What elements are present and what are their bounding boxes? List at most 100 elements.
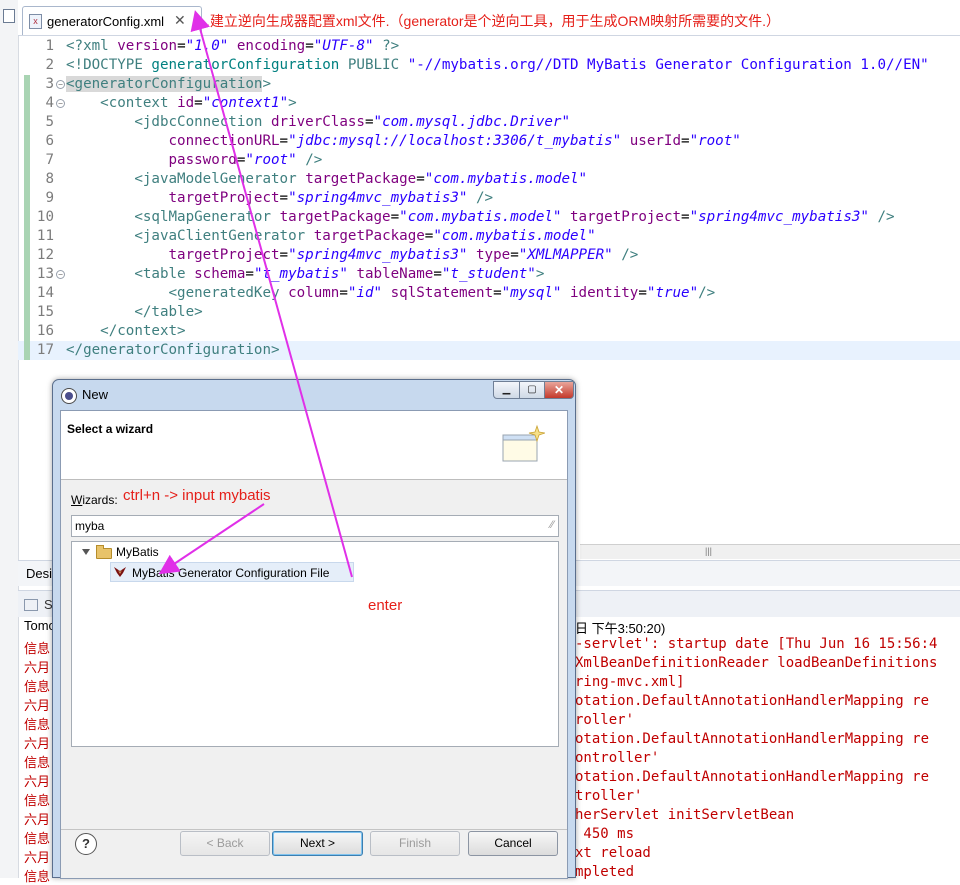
- console-log-level: 六月: [24, 660, 51, 675]
- console-log-level: 信息: [24, 869, 51, 884]
- back-button[interactable]: < Back: [180, 831, 270, 856]
- minimized-view-icon[interactable]: [3, 9, 15, 23]
- line-number: 16: [36, 323, 54, 339]
- code-text: </context>: [100, 323, 186, 339]
- line-number: 3: [45, 76, 54, 92]
- tab-generatorconfig-xml[interactable]: x generatorConfig.xml ✕: [22, 6, 202, 35]
- line-number: 13: [36, 266, 54, 282]
- code-line: 3− <generatorConfiguration>: [18, 75, 960, 94]
- console-log-message: troller': [575, 788, 643, 804]
- console-log-message: xt reload: [575, 845, 651, 861]
- tree-folder-label: MyBatis: [116, 545, 159, 559]
- code-text: connectionURL="jdbc:mysql://localhost:33…: [168, 133, 741, 149]
- console-log-level: 六月: [24, 812, 51, 827]
- console-log-message: herServlet initServletBean: [575, 807, 795, 823]
- code-text: <sqlMapGenerator targetPackage="com.myba…: [134, 209, 895, 225]
- console-log-level: 六月: [24, 736, 51, 751]
- help-icon[interactable]: ?: [75, 833, 97, 855]
- code-text: <generatedKey column="id" sqlStatement="…: [168, 285, 716, 301]
- code-text: <javaClientGenerator targetPackage="com.…: [134, 228, 596, 244]
- tab-label: generatorConfig.xml: [47, 14, 165, 29]
- console-log-message: ring-mvc.xml]: [575, 674, 685, 690]
- code-line: 7 password="root" />: [18, 151, 960, 170]
- code-line: 4− <context id="context1">: [18, 94, 960, 113]
- line-number: 6: [45, 133, 54, 149]
- expand-triangle-icon[interactable]: [82, 549, 90, 555]
- console-log-level: 六月: [24, 774, 51, 789]
- wizard-banner-icon: [502, 424, 545, 462]
- console-log-message: otation.DefaultAnnotationHandlerMapping …: [575, 731, 930, 747]
- code-text: <context id="context1">: [100, 95, 297, 111]
- console-log-level: 信息: [24, 641, 51, 656]
- code-line: 8 <javaModelGenerator targetPackage="com…: [18, 170, 960, 189]
- line-number: 8: [45, 171, 54, 187]
- code-text: targetProject="spring4mvc_mybatis3" />: [168, 190, 494, 206]
- dialog-titlebar[interactable]: New ▁ ▢ ✕: [53, 380, 575, 410]
- code-line: 10 <sqlMapGenerator targetPackage="com.m…: [18, 208, 960, 227]
- console-log-message: roller': [575, 712, 635, 728]
- fold-toggle-icon[interactable]: −: [56, 270, 65, 279]
- console-log-message: ontroller': [575, 750, 660, 766]
- console-log-level: 信息: [24, 717, 51, 732]
- xml-file-icon: x: [29, 14, 42, 29]
- wizard-filter-field[interactable]: ⁄⁄: [71, 515, 559, 537]
- fold-toggle-icon[interactable]: −: [56, 80, 65, 89]
- close-icon[interactable]: ✕: [174, 12, 186, 29]
- code-text: </generatorConfiguration>: [66, 342, 280, 358]
- console-log-level: 信息: [24, 755, 51, 770]
- line-number: 10: [36, 209, 54, 225]
- line-number: 5: [45, 114, 54, 130]
- line-number: 2: [45, 57, 54, 73]
- wizard-filter-input[interactable]: [75, 518, 535, 534]
- code-text: <generatorConfiguration>: [66, 76, 272, 92]
- console-log-message: 450 ms: [575, 826, 635, 842]
- horizontal-scrollbar[interactable]: |||: [580, 544, 960, 559]
- wizards-label: Wizards:: [71, 493, 118, 507]
- xml-editor[interactable]: 1 <?xml version="1.0" encoding="UTF-8" ?>…: [18, 36, 960, 366]
- code-line: 13− <table schema="t_mybatis" tableName=…: [18, 265, 960, 284]
- code-text: <!DOCTYPE generatorConfiguration PUBLIC …: [66, 57, 929, 73]
- line-number: 7: [45, 152, 54, 168]
- console-log-level: 信息: [24, 831, 51, 846]
- code-text: targetProject="spring4mvc_mybatis3" type…: [168, 247, 639, 263]
- code-line: 12 targetProject="spring4mvc_mybatis3" t…: [18, 246, 960, 265]
- code-text: <table schema="t_mybatis" tableName="t_s…: [134, 266, 545, 282]
- maximize-button[interactable]: ▢: [519, 381, 545, 399]
- annotation-create-config: .建立逆向生成器配置xml文件.（generator是个逆向工具，用于生成ORM…: [206, 13, 781, 29]
- clear-filter-icon[interactable]: ⁄⁄: [550, 519, 554, 531]
- dialog-header: Select a wizard: [61, 411, 567, 480]
- line-number: 15: [36, 304, 54, 320]
- console-icon: [24, 599, 38, 611]
- finish-button[interactable]: Finish: [370, 831, 460, 856]
- close-button[interactable]: ✕: [544, 381, 574, 399]
- code-line: 15 </table>: [18, 303, 960, 322]
- code-line: 9 targetProject="spring4mvc_mybatis3" />: [18, 189, 960, 208]
- cancel-button[interactable]: Cancel: [468, 831, 558, 856]
- annotation-ctrl-n: ctrl+n -> input mybatis: [123, 487, 271, 504]
- code-text: <jdbcConnection driverClass="com.mysql.j…: [134, 114, 570, 130]
- dialog-header-title: Select a wizard: [67, 422, 154, 436]
- annotation-enter: enter: [368, 597, 403, 614]
- console-log-level: 信息: [24, 679, 51, 694]
- console-log-level: 信息: [24, 793, 51, 808]
- next-button[interactable]: Next >: [272, 831, 363, 856]
- code-line: 1 <?xml version="1.0" encoding="UTF-8" ?>: [18, 37, 960, 56]
- minimize-button[interactable]: ▁: [493, 381, 520, 399]
- wizard-tree[interactable]: MyBatis MyBatis Generator Configuration …: [71, 541, 559, 747]
- line-number: 11: [36, 228, 54, 244]
- code-line: 17 </generatorConfiguration>: [18, 341, 960, 360]
- code-line: 5 <jdbcConnection driverClass="com.mysql…: [18, 113, 960, 132]
- line-number: 1: [45, 38, 54, 54]
- left-trim: [0, 0, 19, 878]
- eclipse-icon: [61, 388, 77, 404]
- tree-item-generator-config[interactable]: MyBatis Generator Configuration File: [110, 562, 354, 582]
- dialog-body: Select a wizard Wizards: ctrl+n -> input…: [60, 410, 568, 879]
- line-number: 14: [36, 285, 54, 301]
- console-log-message: otation.DefaultAnnotationHandlerMapping …: [575, 693, 930, 709]
- console-process-time: 日 下午3:50:20): [575, 621, 666, 636]
- console-log-message: XmlBeanDefinitionReader loadBeanDefiniti…: [575, 655, 938, 671]
- fold-toggle-icon[interactable]: −: [56, 99, 65, 108]
- dialog-title: New: [82, 387, 109, 402]
- tree-folder-mybatis[interactable]: MyBatis: [72, 542, 558, 562]
- mybatis-bird-icon: [114, 567, 126, 577]
